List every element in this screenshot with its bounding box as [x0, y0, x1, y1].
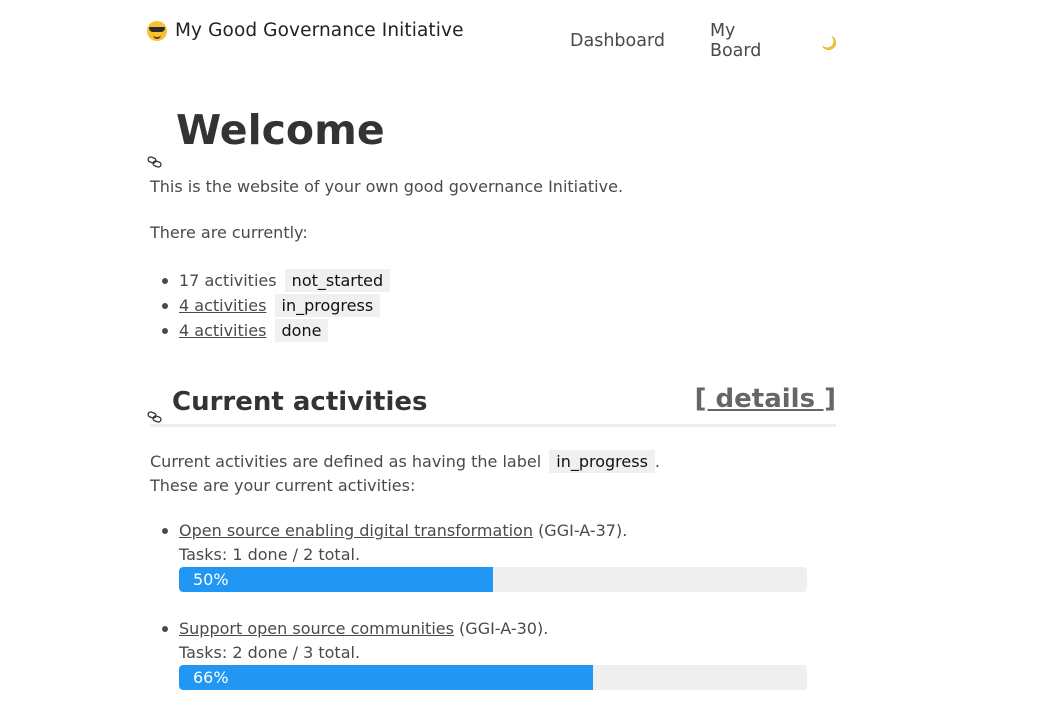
link-icon[interactable]: [147, 130, 163, 168]
activity-title-link[interactable]: Open source enabling digital transformat…: [179, 521, 533, 540]
status-label: in_progress: [274, 294, 381, 317]
current-activities-heading: Current activities [ details ]: [147, 384, 836, 423]
activity-item: Open source enabling digital transformat…: [150, 518, 810, 616]
welcome-heading: Welcome: [147, 106, 385, 168]
activity-item: Support open source communities (GGI-A-3…: [150, 616, 810, 706]
status-label: done: [274, 319, 329, 342]
definition-suffix: .: [654, 452, 661, 471]
definition-text: Current activities are defined as having…: [150, 450, 660, 498]
activity-title-link[interactable]: Support open source communities: [179, 619, 454, 638]
status-count-link[interactable]: 4 activities: [179, 321, 266, 340]
link-icon[interactable]: [147, 400, 163, 423]
nav-dashboard-link[interactable]: Dashboard: [570, 31, 665, 51]
nav-links: Dashboard My Board: [570, 21, 837, 61]
status-count-list: 17 activities not_started 4 activities i…: [150, 268, 391, 343]
theme-toggle-moon-icon[interactable]: [821, 35, 837, 51]
currently-text: There are currently:: [150, 223, 308, 242]
current-activities-title: Current activities: [172, 387, 428, 417]
definition-prefix: Current activities are defined as having…: [150, 452, 542, 471]
sunglasses-emoji-icon: [147, 20, 167, 41]
status-item-in-progress: 4 activities in_progress: [150, 293, 390, 318]
brand-title: My Good Governance Initiative: [175, 20, 464, 41]
page-container: My Good Governance Initiative Dashboard …: [147, 0, 837, 690]
list-intro: These are your current activities:: [150, 476, 416, 495]
definition-label: in_progress: [549, 450, 655, 473]
heading-divider: [150, 424, 836, 427]
status-count-text: 17 activities: [179, 271, 277, 290]
progress-fill: 66%: [179, 665, 594, 690]
welcome-title: Welcome: [176, 106, 385, 154]
progress-fill: 50%: [179, 567, 493, 592]
details-link[interactable]: [ details ]: [695, 384, 836, 414]
activity-id: (GGI-A-37).: [538, 521, 628, 540]
activity-id: (GGI-A-30).: [459, 619, 549, 638]
brand-link[interactable]: My Good Governance Initiative: [147, 20, 464, 41]
activity-progress-bar: 50%: [179, 567, 807, 592]
activity-progress-bar: 66%: [179, 665, 807, 690]
status-item-done: 4 activities done: [150, 318, 390, 343]
status-count-link[interactable]: 4 activities: [179, 296, 266, 315]
activity-tasks: Tasks: 2 done / 3 total.: [179, 643, 361, 662]
intro-text: This is the website of your own good gov…: [150, 177, 624, 196]
status-label: not_started: [284, 269, 391, 292]
current-activities-list: Open source enabling digital transformat…: [150, 518, 810, 706]
status-item-not-started: 17 activities not_started: [150, 268, 391, 293]
nav-my-board-link[interactable]: My Board: [710, 21, 788, 61]
activity-tasks: Tasks: 1 done / 2 total.: [179, 545, 361, 564]
navbar: My Good Governance Initiative Dashboard …: [147, 0, 837, 64]
